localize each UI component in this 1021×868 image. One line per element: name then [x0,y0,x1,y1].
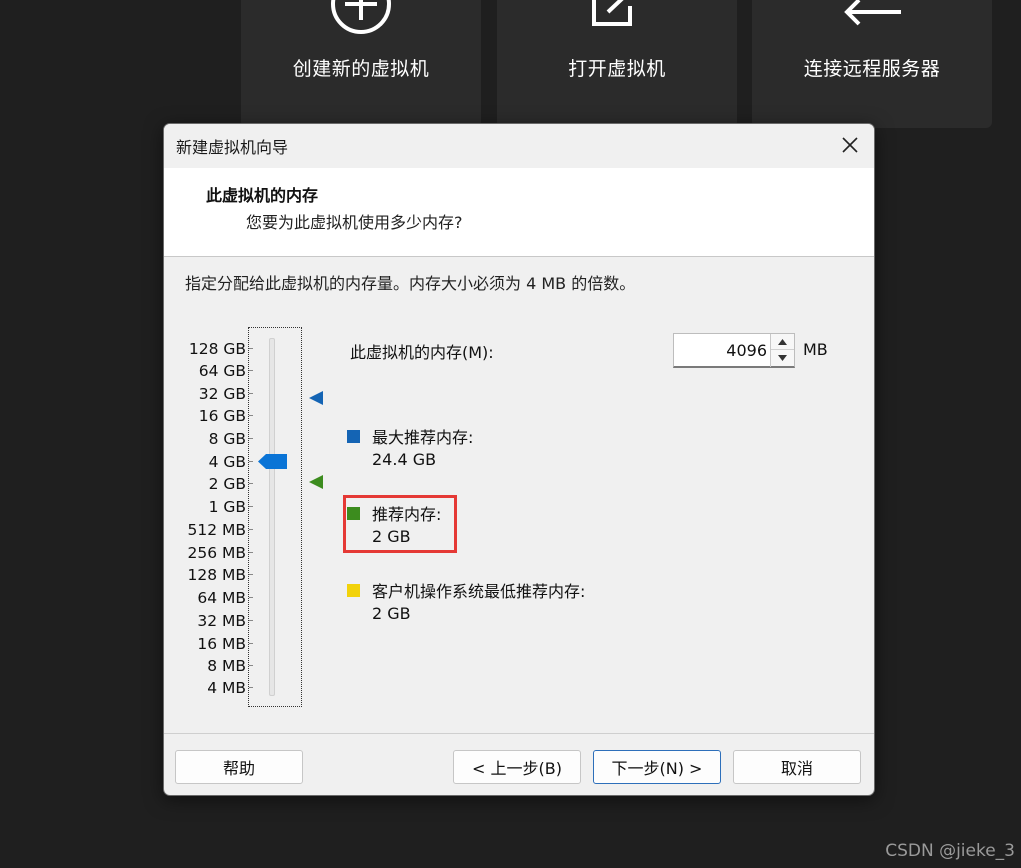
help-button[interactable]: 帮助 [175,750,303,784]
new-vm-wizard-dialog: 新建虚拟机向导 此虚拟机的内存 您要为此虚拟机使用多少内存? 指定分配给此虚拟机… [163,123,875,796]
close-button[interactable] [838,133,862,157]
spin-up-button[interactable] [771,334,794,350]
spin-down-button[interactable] [771,350,794,366]
dialog-title: 新建虚拟机向导 [176,138,289,157]
scale-label: 256 MB [187,544,246,562]
watermark: CSDN @jieke_3 [885,841,1015,861]
max-recommended-square-icon [347,430,360,443]
open-vm-label: 打开虚拟机 [568,58,666,80]
scale-label: 128 GB [188,340,246,358]
slider-tick [249,483,253,484]
connect-remote-tile[interactable]: 连接远程服务器 [752,0,992,128]
guest-min-title: 客户机操作系统最低推荐内存: [372,582,586,601]
header-title: 此虚拟机的内存 [206,186,319,205]
slider-tick [249,620,253,621]
scale-label: 64 MB [197,589,246,607]
memory-slider[interactable] [248,327,302,707]
scale-label: 16 MB [197,635,246,653]
chevron-down-icon [778,355,787,361]
slider-tick [249,665,253,666]
header-subtitle: 您要为此虚拟机使用多少内存? [246,213,463,232]
close-icon [842,137,858,153]
max-recommended-title: 最大推荐内存: [372,428,474,447]
next-button[interactable]: 下一步(N) > [593,750,721,784]
connect-remote-label: 连接远程服务器 [803,58,941,80]
slider-tick [249,415,253,416]
slider-tick [249,393,253,394]
scale-label: 32 MB [197,612,246,630]
open-external-icon [592,0,632,26]
scale-label: 8 GB [208,430,246,448]
slider-tick [249,348,253,349]
scale-label: 4 GB [208,453,246,471]
scale-label: 16 GB [198,407,246,425]
chevron-up-icon [778,338,787,345]
create-vm-label: 创建新的虚拟机 [292,58,430,80]
slider-tick [249,552,253,553]
max-recommended-value: 24.4 GB [372,450,437,469]
plus-circle-icon [331,0,391,34]
memory-label: 此虚拟机的内存(M): [350,343,494,362]
back-button[interactable]: < 上一步(B) [453,750,581,784]
max-recommended-marker-icon [309,391,323,405]
dialog-titlebar: 新建虚拟机向导 [164,124,874,168]
memory-stepper[interactable] [673,333,795,368]
spin-buttons [770,334,794,367]
cancel-button[interactable]: 取消 [733,750,861,784]
scale-label: 1 GB [208,498,246,516]
scale-label: 32 GB [198,385,246,403]
memory-input[interactable] [674,334,769,367]
highlight-box [343,495,457,553]
guest-min-square-icon [347,584,360,597]
scale-label: 8 MB [207,657,246,675]
scale-label: 128 MB [187,566,246,584]
slider-tick [249,438,253,439]
slider-tick [249,597,253,598]
slider-tick [249,461,253,462]
open-vm-tile[interactable]: 打开虚拟机 [497,0,737,128]
footer-separator [164,733,874,734]
slider-tick [249,643,253,644]
guest-min-value: 2 GB [372,604,411,623]
slider-tick [249,687,253,688]
slider-thumb[interactable] [258,454,287,469]
scale-label: 4 MB [207,679,246,697]
scale-label: 512 MB [187,521,246,539]
slider-tick [249,574,253,575]
slider-track[interactable] [269,338,275,696]
create-vm-tile[interactable]: 创建新的虚拟机 [241,0,481,128]
arrows-left-right-icon [844,0,901,26]
header-panel: 此虚拟机的内存 您要为此虚拟机使用多少内存? [164,168,874,257]
slider-tick [249,370,253,371]
slider-tick [249,529,253,530]
recommended-marker-icon [309,475,323,489]
memory-unit: MB [803,340,828,359]
scale-label: 64 GB [198,362,246,380]
instruction-text: 指定分配给此虚拟机的内存量。内存大小必须为 4 MB 的倍数。 [185,274,636,293]
slider-tick [249,506,253,507]
scale-label: 2 GB [208,475,246,493]
